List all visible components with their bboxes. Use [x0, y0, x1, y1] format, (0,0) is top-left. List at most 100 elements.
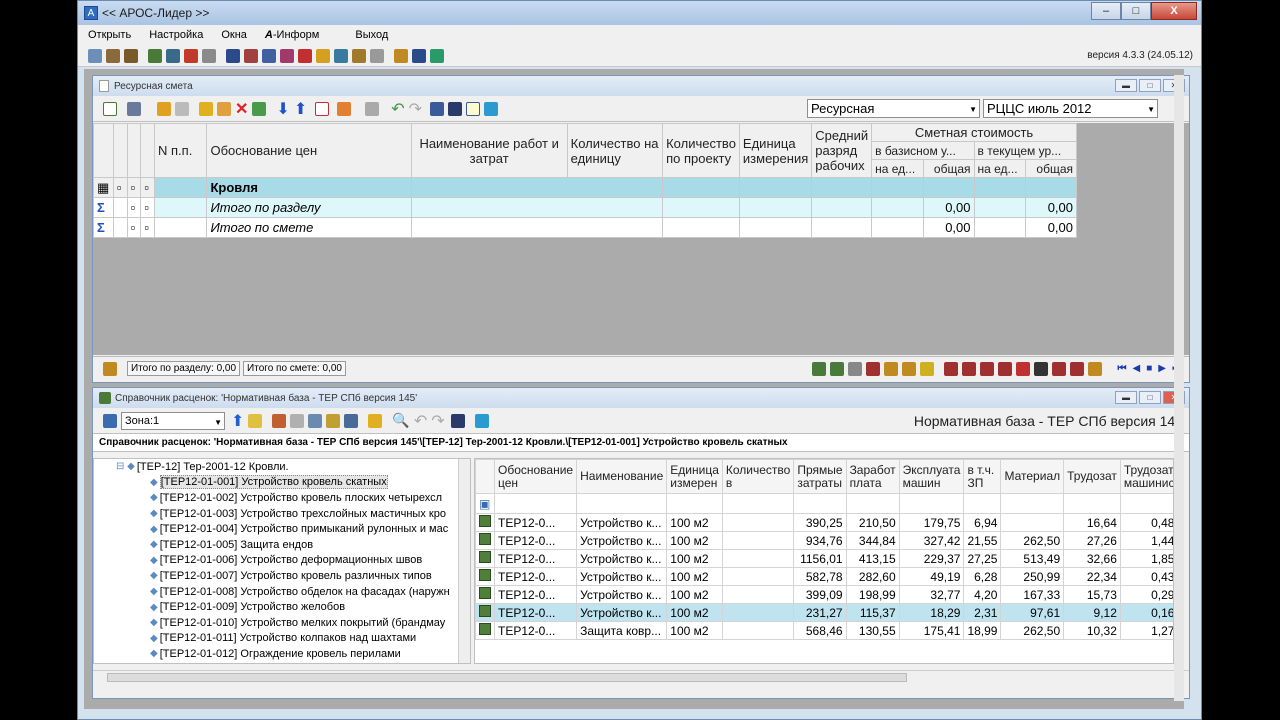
- columns-icon[interactable]: [448, 101, 463, 116]
- down-arrow-icon[interactable]: ⬇: [276, 99, 289, 119]
- table-row[interactable]: ТЕР12-0... Устройство к... 100 м2 1156,01 41…: [475, 549, 1173, 568]
- col-base-per-unit[interactable]: на ед...: [871, 159, 924, 178]
- tree-node[interactable]: ◆ [ТЕР12-01-004] Устройство примыканий р…: [94, 521, 470, 537]
- books-icon[interactable]: [272, 413, 287, 428]
- rates-col-0[interactable]: Обоснование цен: [493, 459, 578, 494]
- col-current-per-unit[interactable]: на ед...: [973, 159, 1026, 178]
- calculator-icon[interactable]: [365, 101, 380, 116]
- edit-icon[interactable]: [368, 413, 383, 428]
- minimize-button[interactable]: –: [1091, 2, 1121, 20]
- col-unit[interactable]: Единица измерения: [738, 123, 813, 178]
- nav-tool-icon[interactable]: [997, 361, 1012, 376]
- col-avg-rank[interactable]: Средний разряд рабочих: [811, 123, 873, 178]
- forward-icon[interactable]: ↷: [431, 411, 444, 431]
- table-row[interactable]: ТЕР12-0... Устройство к... 100 м2 231,27 115…: [475, 603, 1173, 622]
- price-level-select[interactable]: РЦЦС июль 2012 ▼: [983, 99, 1158, 118]
- close-button[interactable]: X: [1151, 2, 1197, 20]
- user-icon[interactable]: [202, 48, 216, 63]
- rates-col-3[interactable]: Количество в: [721, 459, 795, 494]
- first-record-icon[interactable]: ⏮: [1118, 363, 1127, 374]
- menu-settings[interactable]: Настройка: [149, 29, 203, 41]
- rates-col-6[interactable]: Эксплуата машин: [898, 459, 965, 494]
- tree-node[interactable]: ◆ [ТЕР12-01-009] Устройство желобов: [94, 599, 470, 615]
- up-level-icon[interactable]: ⬆: [231, 411, 244, 431]
- eraser-icon[interactable]: [175, 101, 189, 116]
- open-icon[interactable]: [88, 48, 102, 63]
- section-total-row[interactable]: Σ ▫ ▫ Итого по разделу 0,00 0,00: [93, 197, 1078, 218]
- back-icon[interactable]: ↶: [414, 411, 427, 431]
- col-basis[interactable]: Обоснование цен: [206, 123, 412, 178]
- reference-maximize-button[interactable]: □: [1139, 391, 1161, 404]
- align-icon[interactable]: [394, 48, 408, 63]
- nav-tool-icon[interactable]: [979, 361, 994, 376]
- rates-col-8[interactable]: Материал: [1000, 459, 1065, 494]
- zone-select[interactable]: Зона:1 ▼: [121, 411, 225, 430]
- estimate-maximize-button[interactable]: □: [1139, 79, 1161, 92]
- tree-node[interactable]: ⊟ ◆ [ТЕР-12] Тер-2001-12 Кровли.: [94, 459, 470, 475]
- text-a-icon[interactable]: [315, 101, 330, 116]
- rates-col-10[interactable]: Трудозат машинис: [1119, 459, 1173, 494]
- nav-tool-icon[interactable]: [883, 361, 898, 376]
- mdi-vertical-scrollbar[interactable]: [1174, 75, 1184, 701]
- table-row[interactable]: ТЕР12-0... Устройство к... 100 м2 934,76 344…: [475, 531, 1173, 550]
- undo-icon[interactable]: ↶: [391, 99, 404, 119]
- ref6-icon[interactable]: [316, 48, 330, 63]
- disk-icon[interactable]: [370, 48, 384, 63]
- col-current-total[interactable]: общая: [1024, 159, 1078, 178]
- menu-open[interactable]: Открыть: [88, 29, 131, 41]
- format-icon[interactable]: [337, 101, 352, 116]
- menu-inform[interactable]: A-Информ: [265, 29, 337, 41]
- tree-node[interactable]: ◆ [ТЕР12-01-001] Устройство кровель скат…: [94, 475, 470, 491]
- tree-scrollbar[interactable]: [458, 459, 470, 663]
- nav-tool-icon[interactable]: [1015, 361, 1030, 376]
- nav-tool-icon[interactable]: [901, 361, 916, 376]
- key-icon[interactable]: [326, 413, 341, 428]
- ruler-icon[interactable]: [466, 101, 481, 116]
- rates-col-5[interactable]: Заработ плата: [845, 459, 900, 494]
- nav-tool-icon[interactable]: [829, 361, 844, 376]
- estimate-type-select[interactable]: Ресурсная ▼: [807, 99, 980, 118]
- maximize-button[interactable]: □: [1121, 2, 1151, 20]
- doc-icon[interactable]: [106, 48, 120, 63]
- table-row[interactable]: ТЕР12-0... Устройство к... 100 м2 582,78 282…: [475, 567, 1173, 586]
- col-npp[interactable]: N п.п.: [154, 123, 208, 178]
- rates-col-4[interactable]: Прямые затраты: [793, 459, 847, 494]
- list-icon[interactable]: [308, 413, 323, 428]
- rates-col-1[interactable]: Наименование: [576, 459, 668, 494]
- tree-node[interactable]: ◆ [ТЕР12-01-013] Утепление покрытий плит…: [94, 662, 470, 663]
- pencil-icon[interactable]: [199, 101, 213, 116]
- col-base-total[interactable]: общая: [922, 159, 975, 178]
- ref-icon[interactable]: [226, 48, 240, 63]
- export-icon[interactable]: [484, 101, 499, 116]
- tree-node[interactable]: ◆ [ТЕР12-01-006] Устройство деформационн…: [94, 553, 470, 569]
- col-qty-unit[interactable]: Количество на единицу: [566, 123, 664, 178]
- resource-icon[interactable]: [148, 48, 162, 63]
- nav-tool-icon[interactable]: [847, 361, 862, 376]
- rates-col-9[interactable]: Трудозат: [1063, 459, 1121, 494]
- tool-icon[interactable]: [184, 48, 198, 63]
- table-row[interactable]: ТЕР12-0... Устройство к... 100 м2 390,25 210…: [475, 513, 1173, 532]
- prev-record-icon[interactable]: ◀: [1133, 363, 1141, 374]
- catalog-icon[interactable]: [166, 48, 180, 63]
- scroll-thumb[interactable]: [107, 673, 907, 682]
- nav-tool-icon[interactable]: [1069, 361, 1084, 376]
- reference-minimize-button[interactable]: ▬: [1115, 391, 1137, 404]
- filter-icon[interactable]: [290, 413, 305, 428]
- estimate-total-row[interactable]: Σ ▫ ▫ Итого по смете 0,00 0,00: [93, 217, 1078, 238]
- rates-col-2[interactable]: Единица измерен: [666, 459, 723, 494]
- nav-tool-icon[interactable]: [865, 361, 880, 376]
- folder-icon[interactable]: [248, 413, 263, 428]
- ref4-icon[interactable]: [280, 48, 294, 63]
- search-icon[interactable]: 🔍: [392, 412, 409, 429]
- refresh-icon[interactable]: [157, 101, 171, 116]
- calc-icon[interactable]: [344, 413, 359, 428]
- a-doc-icon[interactable]: [103, 101, 117, 116]
- estimate-minimize-button[interactable]: ▬: [1115, 79, 1137, 92]
- col-qty-project[interactable]: Количество по проекту: [662, 123, 740, 178]
- menu-exit[interactable]: Выход: [355, 29, 388, 41]
- nav-tool-icon[interactable]: [943, 361, 958, 376]
- print-icon[interactable]: [127, 101, 141, 116]
- nav-tool-icon[interactable]: [919, 361, 934, 376]
- nav-tool-icon[interactable]: [1087, 361, 1102, 376]
- ref2-icon[interactable]: [244, 48, 258, 63]
